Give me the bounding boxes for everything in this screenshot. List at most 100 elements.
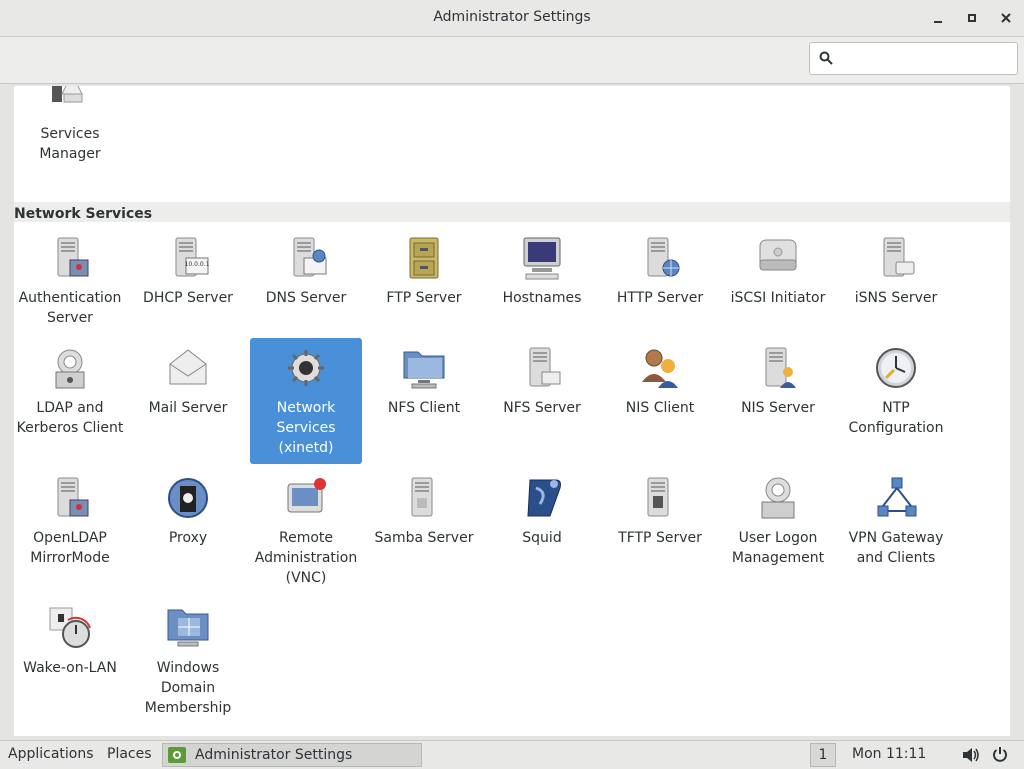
nis-client-icon (642, 349, 678, 388)
taskbar-window-button[interactable]: Administrator Settings (162, 743, 422, 767)
module-item[interactable]: Hostnames (486, 228, 598, 314)
module-item[interactable]: TFTP Server (604, 468, 716, 554)
maximize-icon[interactable] (962, 8, 982, 28)
search-input[interactable] (842, 48, 1011, 70)
module-icon-wrap (636, 234, 684, 282)
module-item[interactable]: Proxy (132, 468, 244, 554)
group-title-network-services: Network Services (14, 206, 153, 222)
vpn-gateway-icon (877, 477, 917, 517)
module-icon-wrap: 10.0.0.1 (164, 234, 212, 282)
module-label: FTP Server (386, 290, 462, 306)
isns-server-icon (883, 237, 915, 277)
dhcp-server-icon: 10.0.0.1 (175, 237, 210, 277)
module-item[interactable]: HTTP Server (604, 228, 716, 314)
minimize-icon[interactable] (928, 8, 948, 28)
module-icon-wrap (282, 344, 330, 392)
module-item[interactable]: LDAP and Kerberos Client (14, 338, 126, 444)
module-item[interactable]: Windows Domain Membership (132, 598, 244, 724)
module-item[interactable]: Wake-on-LAN (14, 598, 126, 684)
tftp-server-icon (647, 477, 669, 517)
module-label: HTTP Server (616, 290, 704, 306)
windows-domain-icon (167, 609, 209, 647)
module-label: Network Services (xinetd) (276, 400, 336, 456)
module-label: Hostnames (502, 290, 582, 306)
power-icon[interactable] (992, 746, 1008, 762)
taskbar: Applications Places Administrator Settin… (0, 740, 1024, 769)
nis-server-icon (765, 347, 796, 388)
module-item[interactable]: NIS Client (604, 338, 716, 424)
module-item[interactable]: Mail Server (132, 338, 244, 424)
ftp-server-icon (409, 237, 439, 279)
module-item[interactable]: OpenLDAP MirrorMode (14, 468, 126, 574)
module-item[interactable]: User Logon Management (722, 468, 834, 574)
module-item[interactable]: VPN Gateway and Clients (840, 468, 952, 574)
module-label: Wake-on-LAN (23, 660, 117, 676)
ntp-configuration-icon (876, 348, 916, 388)
module-icon-wrap (754, 234, 802, 282)
applications-menu[interactable]: Applications (8, 746, 94, 762)
module-item[interactable]: Remote Administration (VNC) (250, 468, 362, 594)
module-label: TFTP Server (618, 530, 702, 546)
module-label: NFS Client (387, 400, 461, 416)
module-item[interactable]: Samba Server (368, 468, 480, 554)
module-item[interactable]: iSCSI Initiator (722, 228, 834, 314)
module-label: Services Manager (39, 126, 101, 162)
yast-icon (168, 747, 186, 763)
module-icon-wrap (754, 344, 802, 392)
search-box[interactable] (809, 42, 1018, 75)
module-item[interactable]: NFS Server (486, 338, 598, 424)
module-icon-wrap (46, 86, 94, 118)
module-label: iSNS Server (854, 290, 938, 306)
places-menu[interactable]: Places (107, 746, 152, 762)
module-item[interactable]: FTP Server (368, 228, 480, 314)
module-item[interactable]: Squid (486, 468, 598, 554)
clock[interactable]: Mon 11:11 (852, 746, 926, 762)
iscsi-initiator-icon (759, 239, 797, 271)
module-label: Remote Administration (VNC) (254, 530, 358, 586)
toolbar (0, 37, 1024, 84)
module-icon-wrap (636, 474, 684, 522)
module-icon-wrap (164, 604, 212, 652)
module-item[interactable]: NTP Configuration (840, 338, 952, 444)
module-icon-wrap (46, 474, 94, 522)
content-area: Network Services Services Manager Authent… (0, 84, 1024, 740)
volume-icon[interactable] (962, 747, 980, 763)
module-label: User Logon Management (731, 530, 825, 566)
module-icon-wrap (518, 344, 566, 392)
scrollbar[interactable] (1013, 86, 1021, 736)
module-icon-wrap (400, 474, 448, 522)
mail-server-icon (169, 349, 207, 385)
module-item[interactable]: Services Manager (14, 86, 126, 170)
samba-server-icon (411, 477, 433, 517)
proxy-icon (168, 478, 208, 518)
workspace-indicator[interactable]: 1 (810, 743, 836, 767)
module-icon-wrap (46, 344, 94, 392)
close-icon[interactable] (996, 8, 1016, 28)
module-icon-wrap (46, 234, 94, 282)
module-label: Samba Server (374, 530, 474, 546)
taskbar-window-label: Administrator Settings (195, 747, 353, 763)
module-label: OpenLDAP MirrorMode (30, 530, 110, 566)
module-icon-wrap (400, 344, 448, 392)
module-item[interactable]: iSNS Server (840, 228, 952, 314)
search-icon (819, 51, 833, 65)
squid-icon (527, 479, 561, 517)
module-item[interactable]: NFS Client (368, 338, 480, 424)
wake-on-lan-icon (49, 607, 91, 648)
module-icon-wrap (282, 234, 330, 282)
module-label: Windows Domain Membership (144, 660, 232, 716)
dns-server-icon (293, 237, 327, 277)
module-item[interactable]: Network Services (xinetd) (250, 338, 362, 464)
module-item[interactable]: 10.0.0.1 DHCP Server (132, 228, 244, 314)
module-label: NFS Server (503, 400, 581, 416)
http-server-icon (647, 237, 680, 277)
module-label: LDAP and Kerberos Client (16, 400, 124, 436)
module-label: iSCSI Initiator (730, 290, 826, 306)
module-item[interactable]: Authentication Server (14, 228, 126, 334)
module-label: Squid (522, 530, 562, 546)
module-icon-wrap (282, 474, 330, 522)
module-icon-wrap (46, 604, 94, 652)
module-item[interactable]: DNS Server (250, 228, 362, 314)
openldap-mirrormode-icon (57, 477, 89, 517)
module-item[interactable]: NIS Server (722, 338, 834, 424)
